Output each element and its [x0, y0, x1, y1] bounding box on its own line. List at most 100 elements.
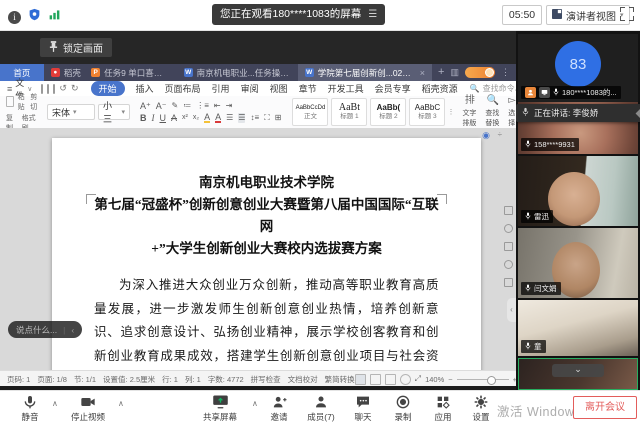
share-screen-button[interactable]: 共享屏幕 — [192, 393, 248, 423]
style-heading1[interactable]: AaBt 标题 1 — [331, 98, 367, 126]
tab-ppt-file[interactable]: P 任务9 单口喜剧.pptx — [84, 64, 177, 81]
participant-tile[interactable]: 童 — [518, 300, 638, 356]
view-page-icon[interactable] — [355, 374, 366, 385]
font-smaller-icon[interactable]: A⁻ — [156, 101, 167, 111]
shading-icon[interactable]: ⛶ — [264, 113, 270, 123]
view-web-icon[interactable] — [370, 374, 381, 385]
chat-collapse-icon[interactable]: ‹ — [71, 325, 74, 335]
participant-tile-active[interactable]: ⌄ — [518, 358, 638, 390]
side-tool-icon[interactable] — [504, 224, 513, 233]
border-icon[interactable]: ⊞ — [275, 113, 282, 123]
superscript-icon[interactable]: x² — [182, 113, 188, 123]
leave-meeting-button[interactable]: 离开会议 — [573, 396, 637, 419]
settings-button[interactable]: 设置 — [464, 393, 498, 423]
vip-account-badge[interactable] — [465, 67, 495, 78]
ribbon-tab-docer-res[interactable]: 稻壳资源 — [422, 82, 458, 95]
align-center-icon[interactable]: ☰ — [238, 113, 245, 123]
redo-icon[interactable]: ↻ — [71, 83, 79, 94]
paste-label[interactable]: 粘贴 — [18, 92, 27, 112]
shield-icon[interactable] — [28, 8, 41, 26]
participant-tile-sharer[interactable]: 83 180****1083的... — [518, 34, 638, 102]
bold-button[interactable]: B — [140, 113, 147, 123]
doc-locate-pin-icon[interactable]: ◉ — [482, 130, 490, 141]
highlight-color-icon[interactable]: A — [204, 113, 210, 123]
watching-banner[interactable]: 您正在观看180****1083的屏幕 ☰ — [212, 4, 385, 25]
collapse-videos-button[interactable]: ⌄ — [552, 364, 604, 377]
mute-button[interactable]: 静音 — [10, 393, 50, 423]
font-size-select[interactable]: 小三▾ — [98, 104, 130, 120]
video-options-chevron[interactable]: ∧ — [118, 399, 124, 408]
participant-tile[interactable]: 雷迅 — [518, 156, 638, 226]
status-convert[interactable]: 繁简转换 — [325, 374, 355, 385]
banner-menu-icon[interactable]: ☰ — [368, 4, 377, 25]
ribbon-tab-view[interactable]: 视图 — [270, 82, 288, 95]
chat-quick-input[interactable]: 说点什么... | ‹ — [8, 321, 82, 338]
command-search[interactable]: 🔍 查找命令、搜索模板 — [470, 83, 516, 94]
line-spacing-icon[interactable]: ↕≡ — [250, 113, 259, 123]
zoom-level[interactable]: 140% — [425, 375, 444, 384]
stop-video-button[interactable]: 停止视频 — [62, 393, 114, 423]
lock-screen-button[interactable]: 锁定画面 — [40, 38, 112, 57]
subscript-icon[interactable]: x₂ — [193, 113, 199, 123]
status-spellcheck[interactable]: 拼写检查 — [251, 374, 281, 385]
font-name-select[interactable]: 宋体▾ — [47, 104, 95, 120]
participant-tile[interactable]: 闫文娟 — [518, 228, 638, 298]
status-word-count[interactable]: 字数: 4772 — [208, 374, 244, 385]
text-layout-tool[interactable]: 排 文字排版 — [462, 96, 477, 128]
style-heading2[interactable]: AaBb( 标题 2 — [370, 98, 406, 126]
doc-tool-icon[interactable]: ÷ — [498, 130, 502, 139]
styles-more-icon[interactable]: ⋮ — [447, 108, 454, 116]
cut-label[interactable]: 剪切 — [30, 92, 39, 112]
view-outline-icon[interactable] — [385, 374, 396, 385]
style-heading3[interactable]: AaBbC 标题 3 — [409, 98, 445, 126]
print-icon[interactable] — [47, 84, 49, 94]
reading-mode-icon[interactable]: ▥ — [450, 67, 459, 78]
members-button[interactable]: 成员(7) — [300, 393, 342, 423]
zoom-slider-knob[interactable] — [487, 376, 496, 385]
apps-button[interactable]: 应用 — [426, 393, 460, 423]
ribbon-tab-dev-tools[interactable]: 开发工具 — [328, 82, 364, 95]
save-icon[interactable] — [41, 84, 43, 94]
more-icon[interactable]: ⋮ — [501, 67, 510, 78]
new-tab-button[interactable]: + — [432, 64, 450, 81]
italic-button[interactable]: I — [152, 113, 155, 123]
ribbon-tab-references[interactable]: 引用 — [212, 82, 230, 95]
info-icon[interactable]: i — [8, 11, 21, 24]
font-color-icon[interactable]: A — [215, 113, 221, 123]
view-read-icon[interactable] — [400, 374, 411, 385]
zoom-slider[interactable] — [457, 379, 509, 380]
status-proofread[interactable]: 文档校对 — [288, 374, 318, 385]
ribbon-tab-insert[interactable]: 插入 — [136, 82, 154, 95]
text-effect-icon[interactable]: ✎ — [172, 101, 179, 111]
style-normal[interactable]: AaBbCcDd 正文 — [292, 98, 328, 126]
find-replace-tool[interactable]: 🔍 查找替换 — [485, 96, 500, 128]
tab-docer[interactable]: ● 稻壳 — [44, 64, 84, 81]
ribbon-tab-start[interactable]: 开始 — [91, 81, 125, 96]
undo-icon[interactable]: ↺ — [59, 83, 67, 94]
signal-icon[interactable] — [48, 8, 61, 26]
chat-button[interactable]: 聊天 — [346, 393, 380, 423]
preview-icon[interactable] — [53, 84, 55, 94]
bullet-list-icon[interactable]: ≔ — [183, 101, 191, 111]
view-mode-selector[interactable]: 演讲者视图 ▾ — [546, 5, 630, 25]
fit-page-icon[interactable]: ⤢ — [415, 374, 421, 384]
side-tool-icon[interactable] — [504, 278, 513, 287]
ribbon-tab-section[interactable]: 章节 — [299, 82, 317, 95]
invite-button[interactable]: 邀请 — [262, 393, 296, 423]
numbered-list-icon[interactable]: ⋮≡ — [196, 101, 209, 111]
ribbon-tab-member[interactable]: 会员专享 — [375, 82, 411, 95]
ribbon-tab-page-layout[interactable]: 页面布局 — [165, 82, 201, 95]
fullscreen-button[interactable] — [620, 7, 634, 21]
mic-options-chevron[interactable]: ∧ — [52, 399, 58, 408]
close-tab-icon[interactable]: × — [420, 68, 425, 78]
tab-active-doc[interactable]: W 学院第七届创新创...02208022 × — [298, 64, 432, 81]
align-left-icon[interactable]: ☰ — [226, 113, 233, 123]
side-panel-collapse-handle[interactable]: ‹ — [507, 298, 516, 322]
select-tool[interactable]: ▻ 选择 — [508, 96, 516, 128]
font-larger-icon[interactable]: A⁺ — [140, 101, 151, 111]
record-button[interactable]: 录制 — [386, 393, 420, 423]
underline-button[interactable]: U — [160, 113, 167, 123]
ribbon-tab-review[interactable]: 审阅 — [241, 82, 259, 95]
side-tool-icon[interactable] — [504, 260, 513, 269]
side-tool-icon[interactable] — [504, 206, 513, 215]
